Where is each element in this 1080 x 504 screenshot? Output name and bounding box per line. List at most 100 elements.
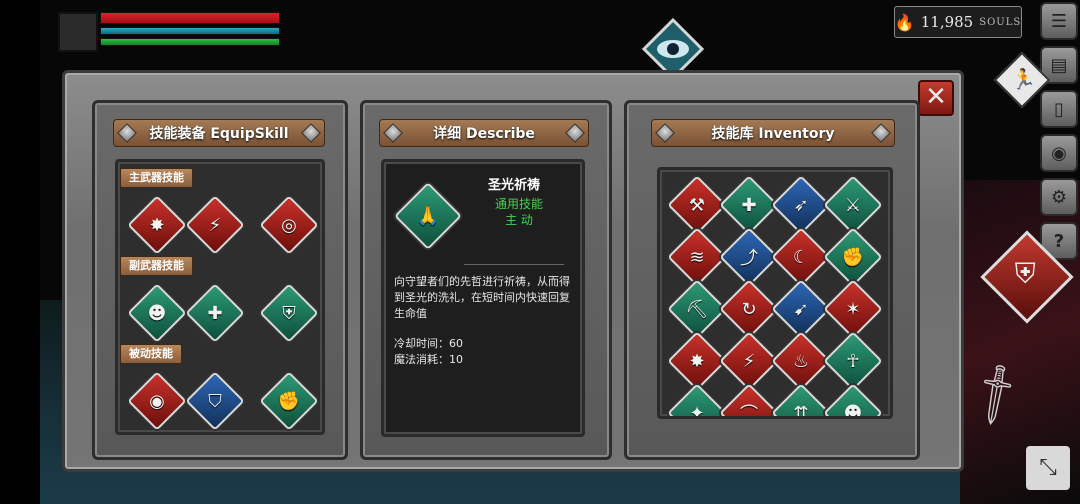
inventory-skill-slot[interactable]: ☾ bbox=[771, 227, 831, 287]
inventory-skill-slot[interactable]: ⤴ bbox=[719, 227, 779, 287]
sub-skill-slot-3[interactable]: ⛨ bbox=[259, 283, 319, 343]
scroll-map-icon: ▤ bbox=[1050, 54, 1068, 76]
rivet-icon bbox=[301, 123, 321, 143]
close-icon: ✕ bbox=[925, 82, 947, 112]
pray-hands-icon: ☥ bbox=[846, 350, 860, 372]
passive-skill-slot-3[interactable]: ✊ bbox=[259, 371, 319, 431]
describe-content: 🙏 圣光祈祷 通用技能 主 动 向守望者们的先哲进行祈祷，从而得到圣光的洗礼，在… bbox=[381, 159, 585, 437]
shield-buff-icon: ⛨ bbox=[282, 302, 296, 324]
expand-corner-button[interactable]: ⤡ bbox=[1026, 446, 1070, 490]
whirlwind-icon: ◎ bbox=[281, 214, 297, 236]
describe-title-plank: 详细 Describe bbox=[379, 119, 589, 147]
sub-skill-slot-1[interactable]: ☻ bbox=[127, 283, 187, 343]
cooldown-text: 冷却时间：60 bbox=[394, 337, 463, 350]
inventory-skill-slot[interactable]: ☻ bbox=[823, 383, 883, 419]
door-icon: ▯ bbox=[1054, 98, 1064, 120]
rivet-icon bbox=[383, 123, 403, 143]
main-skill-slot-2[interactable]: ⚡ bbox=[185, 195, 245, 255]
flame-icon: 🔥 bbox=[894, 12, 915, 32]
main-skill-slot-1[interactable]: ✸ bbox=[127, 195, 187, 255]
holy-shield-icon: ✚ bbox=[741, 194, 757, 216]
runner-icon: 🏃 bbox=[1011, 66, 1037, 91]
door-button[interactable]: ▯ bbox=[1040, 90, 1078, 128]
menu-list-button[interactable]: ☰ bbox=[1040, 2, 1078, 40]
health-bar bbox=[100, 12, 280, 24]
sub-skill-slot-2[interactable]: ✚ bbox=[185, 283, 245, 343]
claw-burst-icon: ✸ bbox=[149, 214, 165, 236]
inventory-skill-slot[interactable]: ⚡ bbox=[719, 331, 779, 391]
blood-eye-icon: ◉ bbox=[149, 390, 165, 412]
medal-button[interactable]: ◉ bbox=[1040, 134, 1078, 172]
inventory-skill-slot[interactable]: ↻ bbox=[719, 279, 779, 339]
scene-dark-left bbox=[0, 0, 40, 504]
passive-label: 被动技能 bbox=[120, 344, 182, 364]
skill-type: 通用技能 bbox=[494, 197, 543, 211]
inventory-skill-slot[interactable]: ✸ bbox=[667, 331, 727, 391]
stamina-bar bbox=[100, 38, 280, 46]
inventory-skill-slot[interactable]: ⛏ bbox=[667, 279, 727, 339]
shield-icon: ⛨ bbox=[1014, 256, 1036, 290]
arc-slash-icon: ⌒ bbox=[740, 404, 758, 419]
axe-icon: ⛏ bbox=[685, 298, 709, 320]
skill-description: 向守望者们的先哲进行祈祷，从而得到圣光的洗礼，在短时间内快速回复生命值 bbox=[394, 275, 570, 320]
menu-list-icon: ☰ bbox=[1050, 10, 1068, 32]
settings-gear-icon: ⚙ bbox=[1050, 186, 1068, 208]
skill-mode: 主 动 bbox=[505, 213, 533, 227]
inventory-title: 技能库 Inventory bbox=[711, 126, 835, 142]
souls-value: 11,985 bbox=[920, 13, 974, 31]
describe-panel: 详细 Describe 🙏 圣光祈祷 通用技能 主 动 向守望者们的先哲进行祈祷… bbox=[360, 100, 612, 460]
fist-icon: ✊ bbox=[841, 246, 865, 268]
inventory-skill-slot[interactable]: ➹ bbox=[771, 279, 831, 339]
gear-medal-icon: ◉ bbox=[1051, 142, 1067, 164]
sword-up-icon: ⚔ bbox=[844, 194, 862, 216]
main-skill-slot-3[interactable]: ◎ bbox=[259, 195, 319, 255]
holy-shield-icon: ✚ bbox=[207, 302, 223, 324]
wave-strike-icon: ≋ bbox=[689, 246, 705, 268]
mind-head-icon: ☻ bbox=[147, 302, 167, 324]
pray-hands-icon: 🙏 bbox=[416, 205, 440, 227]
flex-icon: ✦ bbox=[689, 402, 705, 419]
inventory-panel: 技能库 Inventory ⚒ ✚ ➶ ⚔ ≋ ⤴ ☾ ✊ ⛏ ↻ ➹ ✶ ✸ ⚡ ♨ ☥ ✦ ⌒ ⇈ ☻ bbox=[624, 100, 920, 460]
strength-arm-icon: ✊ bbox=[277, 390, 301, 412]
inventory-skill-slot[interactable]: ≋ bbox=[667, 227, 727, 287]
resize-corner-icon: ⤡ bbox=[1039, 455, 1057, 480]
equip-title: 技能装备 EquipSkill bbox=[149, 126, 289, 142]
inventory-title-plank: 技能库 Inventory bbox=[651, 119, 895, 147]
inventory-skill-slot[interactable]: ✚ bbox=[719, 175, 779, 235]
mana-cost-text: 魔法消耗：10 bbox=[394, 353, 463, 366]
inventory-skill-slot[interactable]: ✶ bbox=[823, 279, 883, 339]
inventory-skill-slot[interactable]: ⚔ bbox=[823, 175, 883, 235]
dash-figure-icon: ➶ bbox=[793, 194, 809, 216]
equip-slots-area: 主武器技能 ✸ ⚡ ◎ 副武器技能 ☻ ✚ ⛨ 被动技能 ◉ ⛉ ✊ bbox=[115, 159, 325, 435]
sub-weapon-label: 副武器技能 bbox=[120, 256, 193, 276]
mana-bar bbox=[100, 27, 280, 35]
close-button[interactable]: ✕ bbox=[918, 80, 954, 116]
shield-icon: ⛉ bbox=[208, 390, 222, 412]
inventory-skill-slot[interactable]: ➶ bbox=[771, 175, 831, 235]
equip-panel: 技能装备 EquipSkill 主武器技能 ✸ ⚡ ◎ 副武器技能 ☻ ✚ ⛨ … bbox=[92, 100, 348, 460]
settings-button[interactable]: ⚙ bbox=[1040, 178, 1078, 216]
inventory-skill-slot[interactable]: ⇈ bbox=[771, 383, 831, 416]
inventory-skill-slot[interactable]: ♨ bbox=[771, 331, 831, 391]
flame-icon: ♨ bbox=[792, 350, 810, 372]
inventory-grid[interactable]: ⚒ ✚ ➶ ⚔ ≋ ⤴ ☾ ✊ ⛏ ↻ ➹ ✶ ✸ ⚡ ♨ ☥ ✦ ⌒ ⇈ ☻ bbox=[657, 167, 893, 419]
inventory-skill-slot[interactable]: ✦ bbox=[667, 383, 727, 419]
souls-counter: 🔥 11,985 SOULS bbox=[894, 6, 1022, 38]
player-portrait[interactable] bbox=[58, 12, 98, 52]
inventory-skill-slot[interactable]: ☥ bbox=[823, 331, 883, 391]
wind-slash-icon: ➹ bbox=[793, 298, 809, 320]
shatter-icon: ✶ bbox=[845, 298, 861, 320]
inventory-skill-slot[interactable]: ⚒ bbox=[667, 175, 727, 235]
blade-slash-icon: ⚡ bbox=[742, 350, 756, 372]
leap-figure-icon: ⤴ bbox=[740, 248, 758, 269]
passive-skill-slot-2[interactable]: ⛉ bbox=[185, 371, 245, 431]
passive-skill-slot-1[interactable]: ◉ bbox=[127, 371, 187, 431]
inventory-skill-slot[interactable]: ⌒ bbox=[719, 383, 779, 419]
inventory-skill-slot[interactable]: ✊ bbox=[823, 227, 883, 287]
skill-name: 圣光祈祷 bbox=[488, 178, 541, 193]
mind-head-icon: ☻ bbox=[843, 402, 863, 419]
rivet-icon bbox=[117, 123, 137, 143]
crescent-slash-icon: ☾ bbox=[792, 246, 810, 268]
sword-attack-button[interactable]: 🗡 bbox=[959, 358, 1034, 440]
blade-slash-icon: ⚡ bbox=[208, 214, 222, 236]
